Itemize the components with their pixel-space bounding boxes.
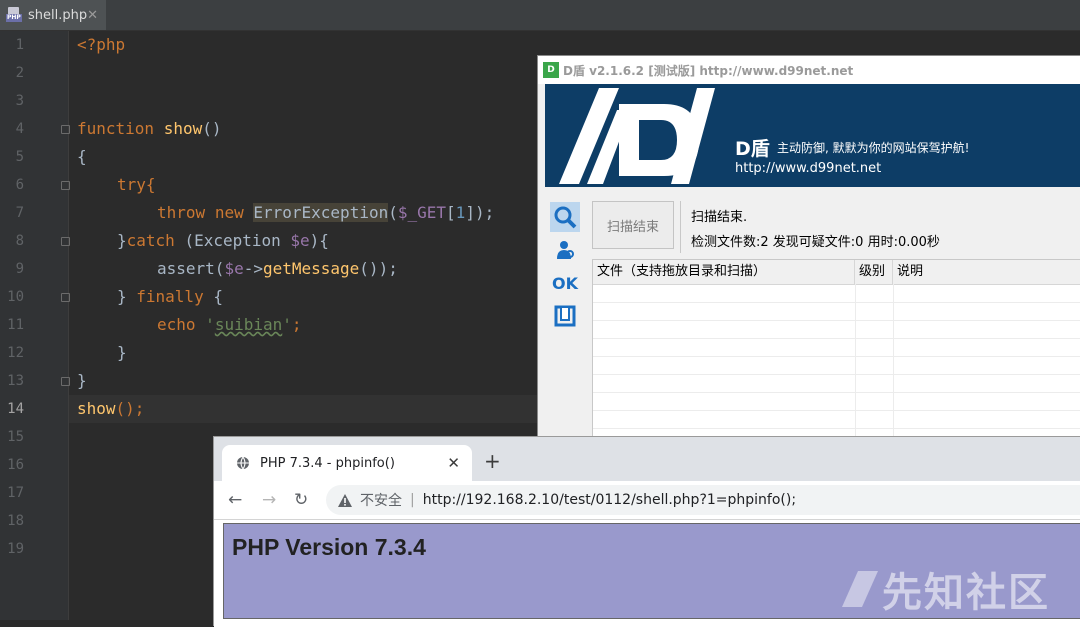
code-line-13: } — [77, 371, 87, 390]
reload-icon[interactable]: ↻ — [294, 490, 308, 510]
code-line-11: echo 'suibian'; — [157, 315, 302, 334]
line-number: 12 — [7, 345, 24, 361]
code-line-1: <?php — [77, 35, 126, 54]
scan-summary: 检测文件数:2 发现可疑文件:0 用时:0.00秒 — [691, 235, 940, 250]
browser-tab-strip: PHP 7.3.4 - phpinfo() ✕ + — [214, 437, 1080, 481]
d-shield-titlebar[interactable]: D D盾 v2.1.6.2 [测试版] http://www.d99net.ne… — [538, 56, 1080, 84]
close-tab-icon[interactable]: ✕ — [87, 8, 98, 23]
editor-tab-bar: PHP shell.php ✕ — [0, 0, 1080, 31]
line-number: 10 — [7, 289, 24, 305]
forward-icon[interactable]: → — [262, 490, 276, 510]
url-text: http://192.168.2.10/test/0112/shell.php?… — [422, 492, 797, 508]
table-row — [593, 320, 1080, 339]
browser-toolbar: ← → ↻ 不安全 | http://192.168.2.10/test/011… — [214, 481, 1080, 520]
code-line-5: { — [77, 147, 87, 166]
user-scan-icon[interactable] — [550, 235, 580, 265]
window-icon[interactable] — [550, 301, 580, 331]
editor-tab-shell-php[interactable]: PHP shell.php ✕ — [0, 0, 106, 30]
globe-icon — [237, 456, 249, 470]
scan-status: 扫描结束. — [691, 210, 748, 225]
d-shield-slogan: 主动防御, 默默为你的网站保驾护航! — [777, 141, 970, 155]
line-number: 5 — [15, 149, 24, 165]
editor-tab-label: shell.php — [27, 7, 88, 23]
address-bar[interactable]: 不安全 | http://192.168.2.10/test/0112/shel… — [326, 485, 1080, 515]
ok-icon[interactable]: OK — [550, 268, 580, 298]
browser-tab[interactable]: PHP 7.3.4 - phpinfo() ✕ — [222, 445, 472, 481]
line-number: 9 — [15, 261, 24, 277]
xianzhi-logo-icon — [842, 571, 878, 607]
results-table-header: 文件（支持拖放目录和扫描） 级别 说明 — [593, 260, 1080, 285]
line-number: 13 — [7, 373, 24, 389]
line-number: 8 — [15, 233, 24, 249]
table-row — [593, 374, 1080, 393]
d-shield-window: D D盾 v2.1.6.2 [测试版] http://www.d99net.ne… — [537, 55, 1080, 445]
toolbar-divider — [680, 201, 681, 253]
browser-tab-title: PHP 7.3.4 - phpinfo() — [260, 455, 395, 471]
column-file[interactable]: 文件（支持拖放目录和扫描） — [593, 260, 855, 284]
line-number: 1 — [15, 37, 24, 53]
d-shield-brand: D盾 — [735, 138, 770, 160]
table-row — [593, 410, 1080, 429]
d-shield-banner: D盾 主动防御, 默默为你的网站保驾护航! http://www.d99net.… — [545, 84, 1080, 187]
php-version-heading: PHP Version 7.3.4 — [232, 534, 426, 560]
line-number: 7 — [15, 205, 24, 221]
d-shield-url[interactable]: http://www.d99net.net — [735, 161, 881, 176]
code-line-9: assert($e->getMessage()); — [157, 259, 398, 278]
line-number: 16 — [7, 457, 24, 473]
code-line-12: } — [117, 343, 127, 362]
column-level[interactable]: 级别 — [855, 260, 893, 284]
table-row — [593, 356, 1080, 375]
search-icon[interactable] — [550, 202, 580, 232]
line-number: 15 — [7, 429, 24, 445]
line-number: 18 — [7, 513, 24, 529]
line-number: 4 — [15, 121, 24, 137]
line-number: 19 — [7, 541, 24, 557]
table-row — [593, 338, 1080, 357]
line-number: 14 — [7, 401, 24, 417]
column-description[interactable]: 说明 — [893, 260, 1080, 284]
back-icon[interactable]: ← — [228, 490, 242, 510]
address-divider: | — [410, 492, 415, 508]
xianzhi-watermark: 先知社区 — [838, 560, 1050, 618]
d-shield-app-icon: D — [543, 62, 559, 78]
warning-icon — [338, 493, 352, 507]
line-number: 2 — [15, 65, 24, 81]
code-line-6: try{ — [117, 175, 156, 194]
code-line-7: throw new ErrorException($_GET[1]); — [157, 203, 495, 222]
scan-results-table[interactable]: 文件（支持拖放目录和扫描） 级别 说明 — [592, 259, 1080, 440]
table-row — [593, 284, 1080, 303]
php-file-icon: PHP — [6, 7, 22, 23]
d-shield-sidebar: OK — [550, 202, 580, 334]
line-number-gutter: 1 2 3 4 5 6 7 8 9 10 11 12 13 14 15 16 17 18 19 — [0, 31, 70, 620]
code-line-14: show(); — [77, 399, 145, 418]
table-row — [593, 392, 1080, 411]
new-tab-button[interactable]: + — [484, 451, 501, 471]
d-shield-logo — [559, 88, 715, 184]
line-number: 17 — [7, 485, 24, 501]
close-tab-icon[interactable]: ✕ — [447, 454, 460, 472]
not-secure-label: 不安全 — [360, 493, 402, 509]
code-line-4: function show() — [77, 119, 222, 138]
line-number: 11 — [7, 317, 24, 333]
code-line-10: } finally { — [117, 287, 223, 306]
scan-finished-button[interactable]: 扫描结束 — [592, 201, 674, 249]
table-row — [593, 302, 1080, 321]
d-shield-title: D盾 v2.1.6.2 [测试版] http://www.d99net.net — [563, 63, 854, 78]
code-line-8: }catch (Exception $e){ — [117, 231, 329, 250]
line-number: 6 — [15, 177, 24, 193]
line-number: 3 — [15, 93, 24, 109]
